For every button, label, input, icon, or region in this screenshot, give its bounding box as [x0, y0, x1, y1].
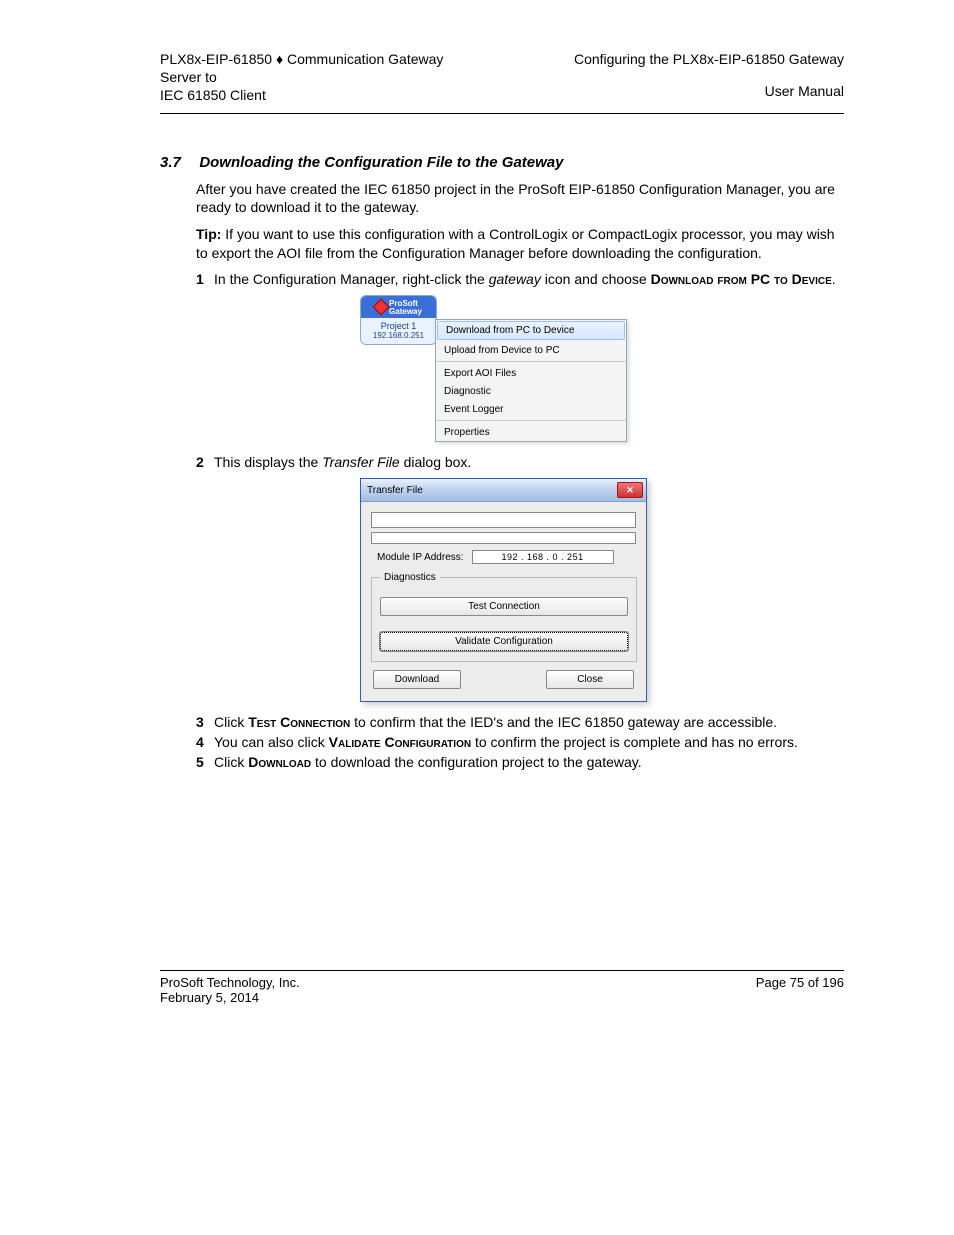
close-icon: ✕	[626, 486, 634, 495]
menu-item-event-logger[interactable]: Event Logger	[436, 400, 626, 418]
tip-body: If you want to use this configuration wi…	[196, 226, 835, 261]
validate-configuration-button[interactable]: Validate Configuration	[380, 632, 628, 651]
download-button[interactable]: Download	[373, 670, 461, 689]
diamond-icon	[373, 299, 390, 316]
footer-date: February 5, 2014	[160, 990, 300, 1005]
prosoft-logo: ProSoft Gateway	[361, 296, 436, 318]
menu-command-text: Download from PC to Device	[651, 271, 832, 287]
menu-item-upload[interactable]: Upload from Device to PC	[436, 341, 626, 359]
node-project-name: Project 1	[361, 321, 436, 331]
close-button[interactable]: ✕	[617, 482, 643, 498]
ip-address-label: Module IP Address:	[377, 552, 464, 563]
transfer-file-dialog: Transfer File ✕ Module IP Address: 192 .…	[360, 478, 647, 702]
step-1: 1 In the Configuration Manager, right-cl…	[196, 271, 844, 287]
status-textbox-1	[371, 512, 636, 528]
diagnostics-group: Diagnostics Test Connection Validate Con…	[371, 572, 637, 662]
dialog-titlebar[interactable]: Transfer File ✕	[361, 479, 646, 502]
ip-address-input[interactable]: 192 . 168 . 0 . 251	[472, 550, 614, 564]
tip-paragraph: Tip: If you want to use this configurati…	[196, 225, 844, 263]
section-number: 3.7	[160, 154, 181, 171]
intro-paragraph: After you have created the IEC 61850 pro…	[196, 180, 844, 218]
close-dialog-button[interactable]: Close	[546, 670, 634, 689]
download-text: Download	[248, 754, 311, 770]
step-5: 5 Click Download to download the configu…	[196, 754, 844, 770]
gateway-node[interactable]: ProSoft Gateway Project 1 192.168.0.251	[360, 295, 437, 345]
context-menu: Download from PC to Device Upload from D…	[435, 319, 627, 442]
validate-configuration-text: Validate Configuration	[329, 734, 471, 750]
header-right-line2: User Manual	[574, 82, 844, 100]
footer-company: ProSoft Technology, Inc.	[160, 975, 300, 990]
step-2: 2 This displays the Transfer File dialog…	[196, 454, 844, 470]
menu-item-download[interactable]: Download from PC to Device	[437, 321, 625, 340]
diagnostics-legend: Diagnostics	[380, 572, 440, 583]
section-heading: 3.7 Downloading the Configuration File t…	[160, 154, 844, 172]
tip-label: Tip:	[196, 226, 221, 242]
test-connection-text: Test Connection	[248, 714, 350, 730]
header-left-line2: Server to	[160, 68, 443, 86]
menu-item-export-aoi[interactable]: Export AOI Files	[436, 364, 626, 382]
step-3: 3 Click Test Connection to confirm that …	[196, 714, 844, 730]
status-textbox-2	[371, 532, 636, 544]
header-left-line3: IEC 61850 Client	[160, 86, 443, 104]
context-menu-screenshot: ProSoft Gateway Project 1 192.168.0.251 …	[360, 295, 844, 442]
menu-item-properties[interactable]: Properties	[436, 423, 626, 441]
menu-item-diagnostic[interactable]: Diagnostic	[436, 382, 626, 400]
dialog-title: Transfer File	[367, 485, 423, 496]
step-4: 4 You can also click Validate Configurat…	[196, 734, 844, 750]
section-title: Downloading the Configuration File to th…	[199, 154, 563, 171]
header-left-line1: PLX8x-EIP-61850 ♦ Communication Gateway	[160, 50, 443, 68]
page-header: PLX8x-EIP-61850 ♦ Communication Gateway …	[160, 50, 844, 114]
header-right-line1: Configuring the PLX8x-EIP-61850 Gateway	[574, 50, 844, 68]
node-ip: 192.168.0.251	[361, 331, 436, 340]
transfer-file-dialog-screenshot: Transfer File ✕ Module IP Address: 192 .…	[360, 478, 844, 702]
page-footer: ProSoft Technology, Inc. February 5, 201…	[160, 970, 844, 1005]
footer-page: Page 75 of 196	[756, 975, 844, 1005]
test-connection-button[interactable]: Test Connection	[380, 597, 628, 616]
